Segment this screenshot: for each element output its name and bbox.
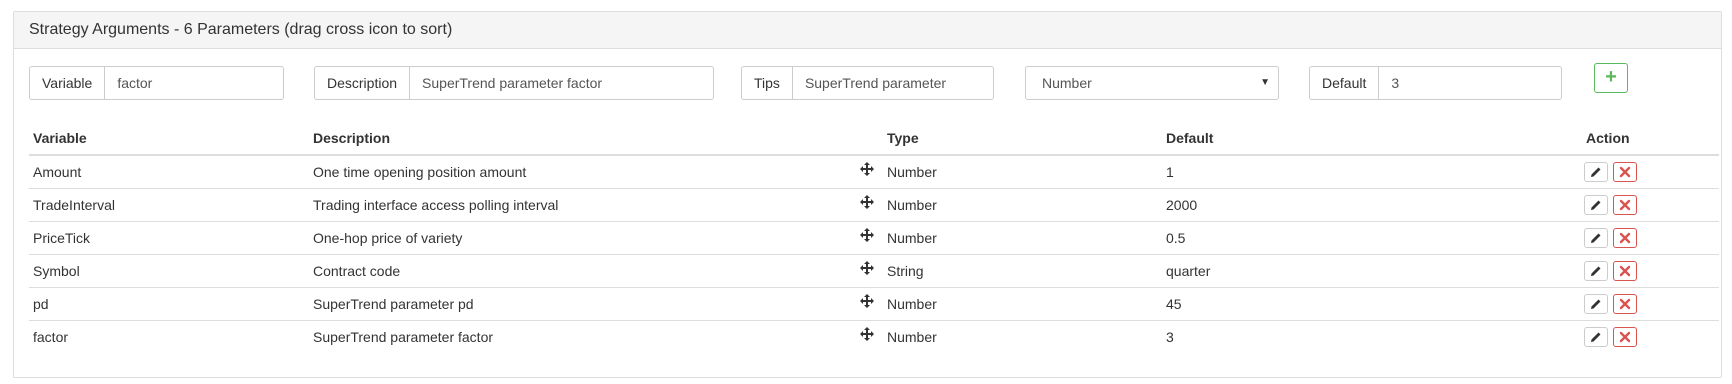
cell-type: Number <box>887 230 937 246</box>
default-input[interactable]: 3 <box>1378 66 1562 100</box>
parameters-table: Variable Description Type Default Action… <box>29 118 1719 354</box>
chevron-down-icon: ▼ <box>1260 77 1270 88</box>
delete-button[interactable] <box>1613 195 1637 215</box>
pencil-icon <box>1591 233 1601 243</box>
cell-description: Trading interface access polling interva… <box>313 197 559 213</box>
cell-variable: Symbol <box>33 263 80 279</box>
move-icon[interactable] <box>860 195 874 209</box>
pencil-icon <box>1591 200 1601 210</box>
cell-description: SuperTrend parameter pd <box>313 296 474 312</box>
delete-button[interactable] <box>1613 162 1637 182</box>
close-icon <box>1619 232 1631 244</box>
tips-addon-label: Tips <box>741 66 792 100</box>
table-row: TradeInterval Trading interface access po… <box>29 189 1719 222</box>
move-icon[interactable] <box>860 162 874 176</box>
table-body: Amount One time opening position amount Nu… <box>29 156 1719 354</box>
delete-button[interactable] <box>1613 294 1637 314</box>
default-input-group: Default 3 <box>1309 66 1562 100</box>
table-row: Symbol Contract code String quarter <box>29 255 1719 288</box>
type-select-value: Number <box>1042 75 1092 91</box>
cell-type: Number <box>887 197 937 213</box>
table-row: pd SuperTrend parameter pd Number 45 <box>29 288 1719 321</box>
strategy-arguments-panel: Strategy Arguments - 6 Parameters (drag … <box>13 11 1722 378</box>
cell-variable: TradeInterval <box>33 197 115 213</box>
edit-button[interactable] <box>1584 327 1608 347</box>
edit-button[interactable] <box>1584 261 1608 281</box>
edit-button[interactable] <box>1584 228 1608 248</box>
header-action: Action <box>1586 130 1630 146</box>
header-description: Description <box>313 130 391 146</box>
cell-variable: Amount <box>33 164 82 180</box>
plus-icon: + <box>1605 66 1617 88</box>
delete-button[interactable] <box>1613 228 1637 248</box>
table-header: Variable Description Type Default Action <box>29 118 1719 156</box>
header-type: Type <box>887 130 919 146</box>
cell-variable: factor <box>33 329 69 345</box>
pencil-icon <box>1591 332 1601 342</box>
pencil-icon <box>1591 266 1601 276</box>
cell-variable: pd <box>33 296 49 312</box>
cell-type: Number <box>887 296 937 312</box>
cell-default: 2000 <box>1166 197 1198 213</box>
move-icon[interactable] <box>860 228 874 242</box>
parameter-form: Variable factor Description SuperTrend p… <box>14 63 1721 100</box>
cell-type: Number <box>887 164 937 180</box>
delete-button[interactable] <box>1613 327 1637 347</box>
cell-description: SuperTrend parameter factor <box>313 329 494 345</box>
close-icon <box>1619 166 1631 178</box>
pencil-icon <box>1591 299 1601 309</box>
close-icon <box>1619 298 1631 310</box>
close-icon <box>1619 331 1631 343</box>
table-row: Amount One time opening position amount Nu… <box>29 156 1719 189</box>
move-icon[interactable] <box>860 261 874 275</box>
variable-addon-label: Variable <box>29 66 105 100</box>
edit-button[interactable] <box>1584 195 1608 215</box>
cell-description: One time opening position amount <box>313 164 527 180</box>
cell-default: 3 <box>1166 329 1174 345</box>
edit-button[interactable] <box>1584 294 1608 314</box>
cell-variable: PriceTick <box>33 230 91 246</box>
cell-default: 1 <box>1166 164 1174 180</box>
table-row: factor SuperTrend parameter factor Number 3 <box>29 321 1719 354</box>
move-icon[interactable] <box>860 294 874 308</box>
default-addon-label: Default <box>1309 66 1379 100</box>
cell-description: Contract code <box>313 263 401 279</box>
cell-default: quarter <box>1166 263 1211 279</box>
description-input[interactable]: SuperTrend parameter factor <box>409 66 714 100</box>
add-parameter-button[interactable]: + <box>1594 63 1628 93</box>
cell-default: 0.5 <box>1166 230 1186 246</box>
variable-input[interactable]: factor <box>104 66 284 100</box>
pencil-icon <box>1591 167 1601 177</box>
close-icon <box>1619 265 1631 277</box>
description-addon-label: Description <box>314 66 410 100</box>
edit-button[interactable] <box>1584 162 1608 182</box>
panel-title: Strategy Arguments - 6 Parameters (drag … <box>14 12 1721 49</box>
delete-button[interactable] <box>1613 261 1637 281</box>
tips-input[interactable]: SuperTrend parameter <box>791 66 994 100</box>
variable-input-group: Variable factor <box>29 66 284 100</box>
move-icon[interactable] <box>860 327 874 341</box>
cell-type: Number <box>887 329 937 345</box>
cell-type: String <box>887 263 924 279</box>
header-default: Default <box>1166 130 1214 146</box>
cell-description: One-hop price of variety <box>313 230 463 246</box>
table-row: PriceTick One-hop price of variety Number 0… <box>29 222 1719 255</box>
header-variable: Variable <box>33 130 87 146</box>
cell-default: 45 <box>1166 296 1182 312</box>
description-input-group: Description SuperTrend parameter factor <box>314 66 714 100</box>
tips-input-group: Tips SuperTrend parameter <box>741 66 994 100</box>
close-icon <box>1619 199 1631 211</box>
type-select[interactable]: Number ▼ <box>1025 66 1279 100</box>
